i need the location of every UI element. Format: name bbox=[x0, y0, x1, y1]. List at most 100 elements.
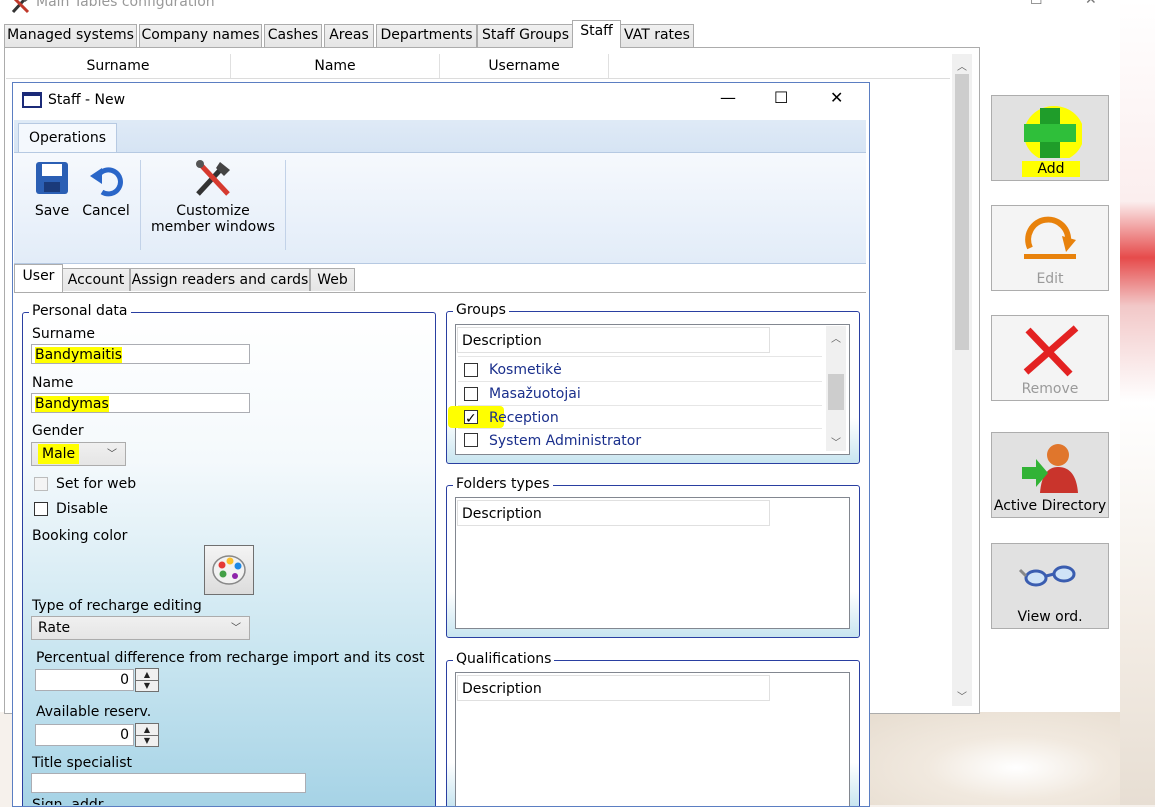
group-checkbox-system-administrator[interactable] bbox=[464, 433, 478, 447]
tab-areas[interactable]: Areas bbox=[324, 24, 374, 47]
name-input[interactable]: Bandymas bbox=[31, 393, 250, 413]
scroll-down-icon[interactable]: ﹀ bbox=[957, 688, 967, 703]
scroll-up-icon[interactable]: ︿ bbox=[957, 58, 967, 73]
tab-cashes[interactable]: Cashes bbox=[264, 24, 322, 47]
column-surname[interactable]: Surname bbox=[6, 54, 231, 78]
dialog-minimize-button[interactable]: — bbox=[720, 88, 736, 107]
ribbon-separator bbox=[285, 160, 286, 250]
user-import-icon bbox=[1022, 444, 1078, 493]
desktop-background-bottom bbox=[860, 712, 1120, 805]
surname-input[interactable]: Bandymaitis bbox=[31, 344, 250, 364]
tab-company-names[interactable]: Company names bbox=[139, 24, 262, 47]
color-palette-icon bbox=[212, 555, 246, 585]
window-icon bbox=[22, 92, 42, 108]
view-ord-button[interactable]: View ord. bbox=[991, 543, 1109, 629]
tab-assign-readers-and-cards[interactable]: Assign readers and cards bbox=[130, 268, 310, 291]
scroll-down-icon[interactable]: ﹀ bbox=[831, 434, 841, 449]
scroll-up-icon[interactable]: ︿ bbox=[831, 330, 841, 345]
tab-vat-rates[interactable]: VAT rates bbox=[620, 24, 694, 47]
stepper-down-icon[interactable]: ▼ bbox=[136, 735, 158, 746]
glasses-icon bbox=[1018, 565, 1076, 587]
group-checkbox-kosmetike[interactable] bbox=[464, 363, 478, 377]
groups-legend: Groups bbox=[453, 302, 509, 318]
qualifications-legend: Qualifications bbox=[453, 651, 555, 667]
column-name[interactable]: Name bbox=[231, 54, 440, 78]
column-username[interactable]: Username bbox=[440, 54, 609, 78]
add-button[interactable]: Add bbox=[991, 95, 1109, 181]
chevron-down-icon: ﹀ bbox=[231, 623, 241, 634]
percentual-difference-input[interactable]: 0 bbox=[35, 669, 134, 691]
tab-staff[interactable]: Staff bbox=[572, 20, 621, 48]
surname-label: Surname bbox=[32, 326, 95, 342]
group-checkbox-masazuotojai[interactable] bbox=[464, 387, 478, 401]
save-button[interactable]: Save bbox=[30, 158, 74, 226]
personal-data-legend: Personal data bbox=[29, 303, 131, 319]
sign-label: Sign. addr. bbox=[32, 797, 107, 805]
customize-member-windows-button[interactable]: Customize member windows bbox=[146, 158, 280, 240]
tab-staff-groups[interactable]: Staff Groups bbox=[477, 24, 574, 47]
list-item: System Administrator bbox=[489, 433, 642, 449]
available-reserv-label: Available reserv. bbox=[36, 704, 152, 720]
tab-managed-systems[interactable]: Managed systems bbox=[4, 24, 137, 47]
dialog-maximize-button[interactable]: ☐ bbox=[774, 88, 788, 107]
staff-grid-header: Surname Name Username bbox=[6, 54, 950, 79]
main-tabstrip: Managed systems Company names Cashes Are… bbox=[0, 20, 980, 48]
title-specialist-input[interactable] bbox=[31, 773, 306, 793]
floppy-disk-icon bbox=[36, 162, 68, 194]
remove-button[interactable]: Remove bbox=[991, 315, 1109, 401]
stepper-down-icon[interactable]: ▼ bbox=[136, 680, 158, 691]
dialog-titlebar bbox=[14, 83, 866, 119]
ribbon-separator bbox=[140, 160, 141, 250]
title-specialist-label: Title specialist bbox=[32, 755, 132, 771]
booking-color-label: Booking color bbox=[32, 528, 128, 544]
available-reserv-stepper[interactable]: ▲ ▼ bbox=[135, 723, 159, 747]
cancel-button[interactable]: Cancel bbox=[82, 158, 130, 226]
scrollbar-thumb[interactable] bbox=[828, 374, 844, 410]
groups-description-header[interactable]: Description bbox=[457, 327, 770, 353]
desktop-background bbox=[1120, 0, 1155, 805]
disable-label: Disable bbox=[56, 501, 108, 517]
main-close-button[interactable]: ✕ bbox=[1085, 0, 1097, 8]
list-item: Masažuotojai bbox=[489, 386, 581, 402]
plus-icon bbox=[1024, 106, 1082, 158]
tools-icon bbox=[11, 0, 30, 14]
name-label: Name bbox=[32, 375, 74, 391]
chevron-down-icon: ﹀ bbox=[107, 449, 117, 460]
tab-web[interactable]: Web bbox=[310, 268, 355, 291]
dialog-title: Staff - New bbox=[48, 92, 126, 108]
list-item: Kosmetikė bbox=[489, 362, 562, 378]
available-reserv-input[interactable]: 0 bbox=[35, 724, 134, 746]
dialog-close-button[interactable]: ✕ bbox=[830, 88, 843, 107]
edit-button[interactable]: Edit bbox=[991, 205, 1109, 291]
red-x-icon bbox=[1023, 325, 1079, 377]
tools-icon bbox=[196, 160, 230, 196]
undo-arrow-icon bbox=[90, 167, 123, 197]
set-for-web-label: Set for web bbox=[56, 476, 137, 492]
percentual-difference-label: Percentual difference from recharge impo… bbox=[36, 650, 425, 666]
ribbon bbox=[14, 152, 866, 264]
percentual-difference-stepper[interactable]: ▲ ▼ bbox=[135, 668, 159, 692]
folders-types-legend: Folders types bbox=[453, 476, 553, 492]
tab-departments[interactable]: Departments bbox=[376, 24, 477, 47]
edit-arrow-icon bbox=[1024, 216, 1076, 259]
main-window-title: Main Tables configuration bbox=[36, 0, 215, 10]
set-for-web-checkbox[interactable] bbox=[34, 477, 48, 491]
tab-user[interactable]: User bbox=[14, 264, 63, 292]
gender-select[interactable]: Male ﹀ bbox=[31, 442, 126, 466]
active-directory-button[interactable]: Active Directory bbox=[991, 432, 1109, 518]
booking-color-button[interactable] bbox=[204, 545, 254, 595]
ribbon-tab-operations[interactable]: Operations bbox=[18, 123, 117, 153]
recharge-type-select[interactable]: Rate ﹀ bbox=[31, 616, 250, 640]
list-item: Reception bbox=[489, 410, 559, 426]
main-maximize-button[interactable]: ☐ bbox=[1030, 0, 1043, 8]
tab-account[interactable]: Account bbox=[62, 268, 130, 291]
ribbon-tabstrip bbox=[14, 120, 866, 152]
qualifications-description-header[interactable]: Description bbox=[457, 675, 770, 701]
group-checkbox-reception[interactable]: ✓ bbox=[464, 410, 478, 427]
gender-label: Gender bbox=[32, 423, 84, 439]
scrollbar-thumb[interactable] bbox=[955, 74, 969, 350]
recharge-type-label: Type of recharge editing bbox=[32, 598, 202, 614]
folders-description-header[interactable]: Description bbox=[457, 500, 770, 526]
disable-checkbox[interactable] bbox=[34, 502, 48, 516]
checkmark-icon: ✓ bbox=[465, 411, 477, 427]
